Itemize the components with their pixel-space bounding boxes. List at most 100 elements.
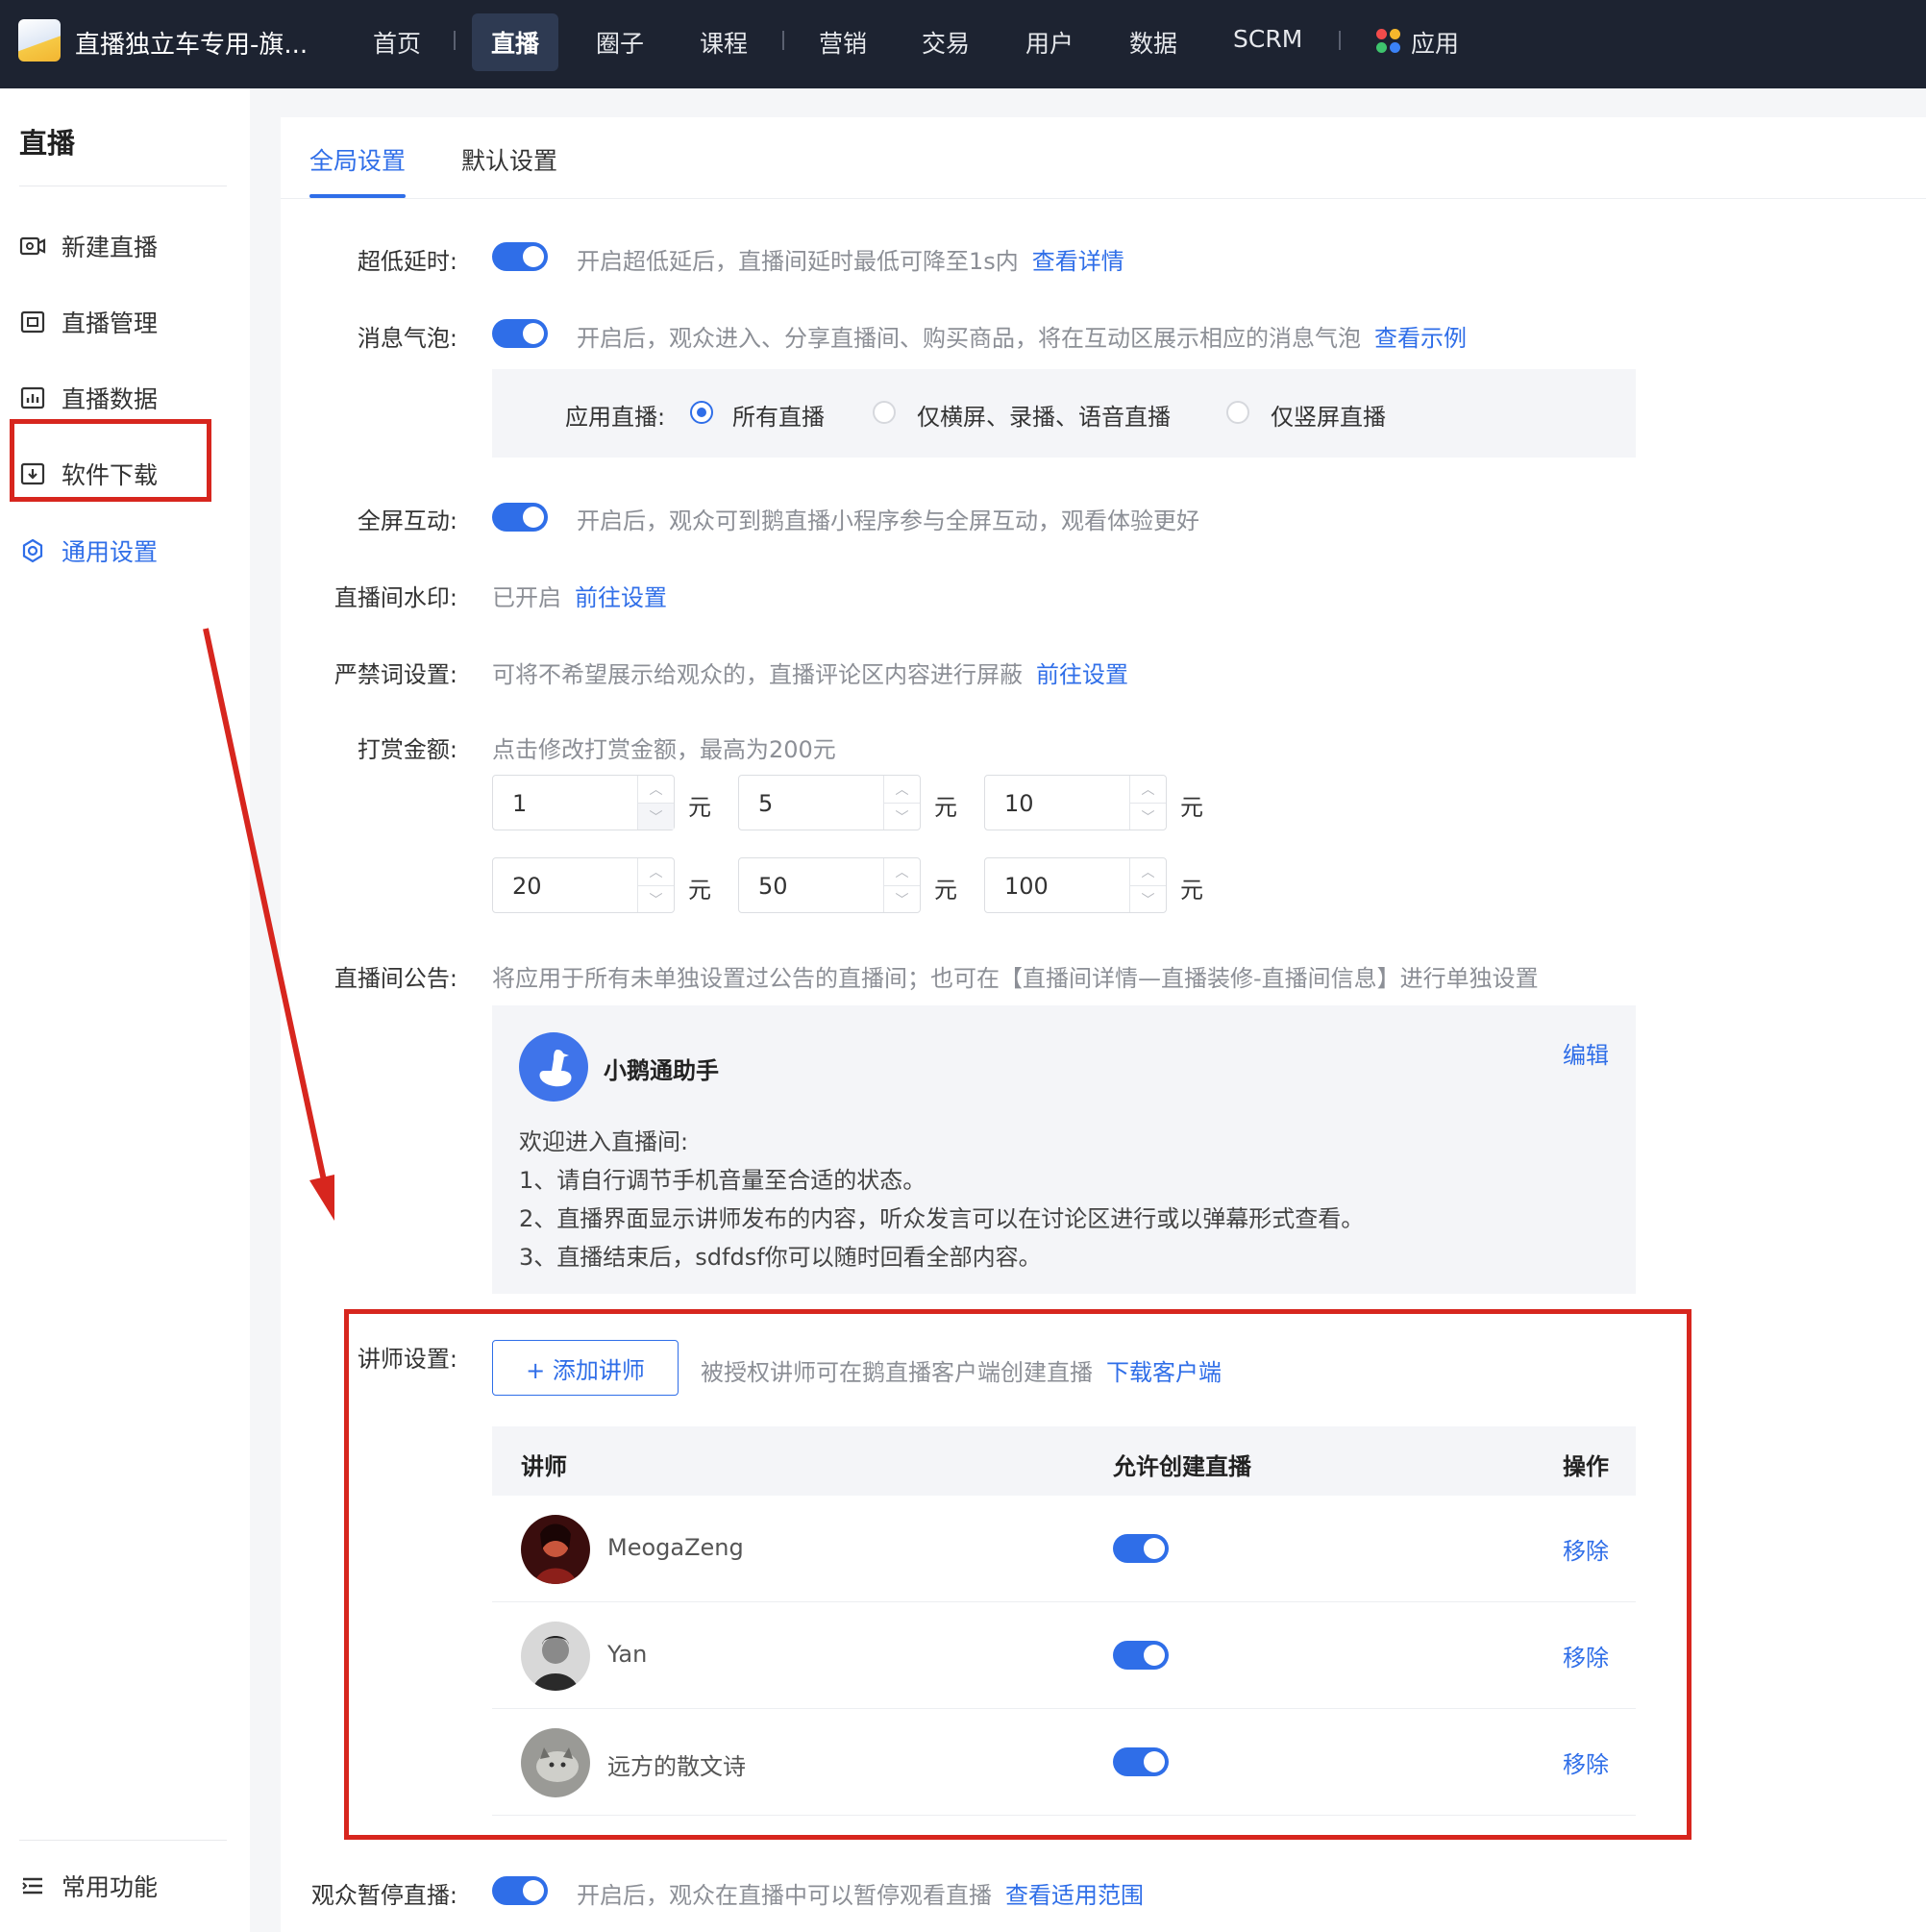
sidebar-title: 直播 (19, 127, 76, 160)
sidebar-item-common-functions[interactable]: 常用功能 (19, 1867, 158, 1905)
watermark-settings-link[interactable]: 前往设置 (575, 584, 667, 611)
radio-portrait-live[interactable] (1226, 401, 1249, 424)
annotation-highlight-general-settings (10, 419, 211, 502)
nav-circle[interactable]: 圈子 (596, 25, 644, 60)
sidebar-item-live-manage[interactable]: 直播管理 (19, 303, 158, 341)
nav-users[interactable]: 用户 (1025, 25, 1074, 60)
latency-toggle[interactable] (492, 242, 548, 271)
reward-amount-input[interactable]: 5 ︿ ﹀ (738, 775, 921, 830)
notice-author: 小鹅通助手 (604, 1057, 719, 1084)
setting-label-banned-words: 严禁词设置: (333, 661, 457, 688)
reward-amount-input[interactable]: 20 ︿ ﹀ (492, 857, 675, 913)
fullscreen-description: 开启后，观众可到鹅直播小程序参与全屏互动，观看体验更好 (577, 508, 1199, 534)
sidebar-item-label: 新建直播 (62, 234, 159, 261)
chevron-up-icon[interactable]: ︿ (638, 858, 674, 885)
notice-line: 1、请自行调节手机音量至合适的状态。 (519, 1167, 926, 1194)
shop-logo[interactable] (18, 19, 61, 62)
nav-separator (454, 31, 456, 50)
chevron-up-icon[interactable]: ︿ (638, 776, 674, 803)
fullscreen-toggle[interactable] (492, 503, 548, 532)
audience-pause-toggle[interactable] (492, 1876, 548, 1905)
bubble-toggle[interactable] (492, 319, 548, 348)
bubble-apply-options: 应用直播: 所有直播 仅横屏、录播、语音直播 仅竖屏直播 (492, 369, 1636, 458)
setting-label-fullscreen: 全屏互动: (357, 508, 457, 534)
latency-details-link[interactable]: 查看详情 (1032, 248, 1124, 275)
chevron-up-icon[interactable]: ︿ (1130, 776, 1166, 803)
chevron-down-icon[interactable]: ﹀ (884, 803, 920, 830)
reward-amount-input[interactable]: 10 ︿ ﹀ (984, 775, 1167, 830)
nav-live[interactable]: 直播 (472, 13, 559, 71)
video-add-icon (19, 233, 46, 260)
notice-preview: 小鹅通助手 编辑 欢迎进入直播间: 1、请自行调节手机音量至合适的状态。 2、直… (492, 1005, 1636, 1294)
sidebar-item-new-live[interactable]: 新建直播 (19, 227, 158, 265)
sidebar-item-general-settings[interactable]: 通用设置 (19, 532, 158, 570)
nav-home[interactable]: 首页 (373, 25, 421, 60)
reward-amount-value: 5 (758, 790, 774, 817)
nav-course[interactable]: 课程 (700, 25, 748, 60)
banned-words-description: 可将不希望展示给观众的，直播评论区内容进行屏蔽 前往设置 (492, 661, 1128, 688)
sidebar: 直播 新建直播 直播管理 直播数据 软件下载 通用设置 常用功能 (0, 88, 250, 1932)
setting-label-notice: 直播间公告: (333, 965, 457, 992)
reward-unit: 元 (934, 877, 957, 904)
chevron-down-icon[interactable]: ﹀ (1130, 885, 1166, 912)
setting-label-audience-pause: 观众暂停直播: (310, 1882, 457, 1909)
radio-label-all-live[interactable]: 所有直播 (732, 398, 825, 432)
reward-unit: 元 (688, 794, 711, 821)
radio-label-portrait-live[interactable]: 仅竖屏直播 (1271, 398, 1386, 432)
reward-amount-value: 20 (512, 873, 542, 900)
radio-label-landscape-live[interactable]: 仅横屏、录播、语音直播 (917, 398, 1171, 432)
audience-pause-scope-link[interactable]: 查看适用范围 (1005, 1882, 1144, 1909)
latency-description: 开启超低延后，直播间延时最低可降至1s内 查看详情 (577, 248, 1124, 275)
setting-label-latency: 超低延时: (357, 248, 457, 275)
reward-unit: 元 (688, 877, 711, 904)
reward-amount-input[interactable]: 100 ︿ ﹀ (984, 857, 1167, 913)
reward-amount-value: 100 (1004, 873, 1049, 900)
reward-amount-input[interactable]: 1 ︿ ﹀ (492, 775, 675, 830)
chevron-up-icon[interactable]: ︿ (1130, 858, 1166, 885)
gear-icon (19, 537, 46, 564)
reward-amount-value: 10 (1004, 790, 1034, 817)
reward-amount-input[interactable]: 50 ︿ ﹀ (738, 857, 921, 913)
tab-global-settings[interactable]: 全局设置 (309, 142, 406, 177)
notice-description: 将应用于所有未单独设置过公告的直播间；也可在【直播间详情—直播装修-直播间信息】… (492, 965, 1539, 992)
bar-chart-icon (19, 384, 46, 411)
reward-amount-value: 1 (512, 790, 528, 817)
banned-words-settings-link[interactable]: 前往设置 (1036, 661, 1128, 688)
chevron-up-icon[interactable]: ︿ (884, 776, 920, 803)
chevron-up-icon[interactable]: ︿ (884, 858, 920, 885)
nav-scrm[interactable]: SCRM (1233, 25, 1302, 53)
nav-apps[interactable]: 应用 (1411, 25, 1459, 60)
list-icon (19, 1872, 46, 1899)
nav-separator (782, 31, 784, 50)
reward-unit: 元 (1180, 794, 1203, 821)
live-manage-icon (19, 309, 46, 335)
setting-label-watermark: 直播间水印: (333, 584, 457, 611)
tab-default-settings[interactable]: 默认设置 (461, 142, 557, 177)
notice-line: 3、直播结束后，sdfdsf你可以随时回看全部内容。 (519, 1244, 1042, 1271)
watermark-status: 已开启 前往设置 (492, 584, 667, 611)
sidebar-item-live-data[interactable]: 直播数据 (19, 379, 158, 417)
nav-marketing[interactable]: 营销 (819, 25, 867, 60)
apps-icon[interactable] (1376, 29, 1401, 54)
chevron-down-icon[interactable]: ﹀ (638, 885, 674, 912)
notice-edit-link[interactable]: 编辑 (1563, 1036, 1609, 1070)
radio-landscape-live[interactable] (873, 401, 896, 424)
apply-live-label: 应用直播: (565, 404, 666, 431)
setting-label-reward: 打赏金额: (357, 736, 457, 763)
reward-amount-value: 50 (758, 873, 788, 900)
radio-all-live[interactable] (690, 401, 713, 424)
tabs-divider (281, 198, 1926, 199)
chevron-down-icon[interactable]: ﹀ (1130, 803, 1166, 830)
bubble-example-link[interactable]: 查看示例 (1374, 325, 1467, 352)
reward-description: 点击修改打赏金额，最高为200元 (492, 736, 836, 763)
bubble-description: 开启后，观众进入、分享直播间、购买商品，将在互动区展示相应的消息气泡 查看示例 (577, 325, 1467, 352)
nav-trade[interactable]: 交易 (922, 25, 970, 60)
notice-line: 2、直播界面显示讲师发布的内容，听众发言可以在讨论区进行或以弹幕形式查看。 (519, 1205, 1365, 1232)
reward-unit: 元 (1180, 877, 1203, 904)
shop-name[interactable]: 直播独立车专用-旗... (75, 25, 308, 61)
chevron-down-icon[interactable]: ﹀ (638, 803, 674, 830)
chevron-down-icon[interactable]: ﹀ (884, 885, 920, 912)
notice-line: 欢迎进入直播间: (519, 1128, 689, 1155)
sidebar-item-label: 直播数据 (62, 385, 159, 413)
nav-data[interactable]: 数据 (1129, 25, 1177, 60)
